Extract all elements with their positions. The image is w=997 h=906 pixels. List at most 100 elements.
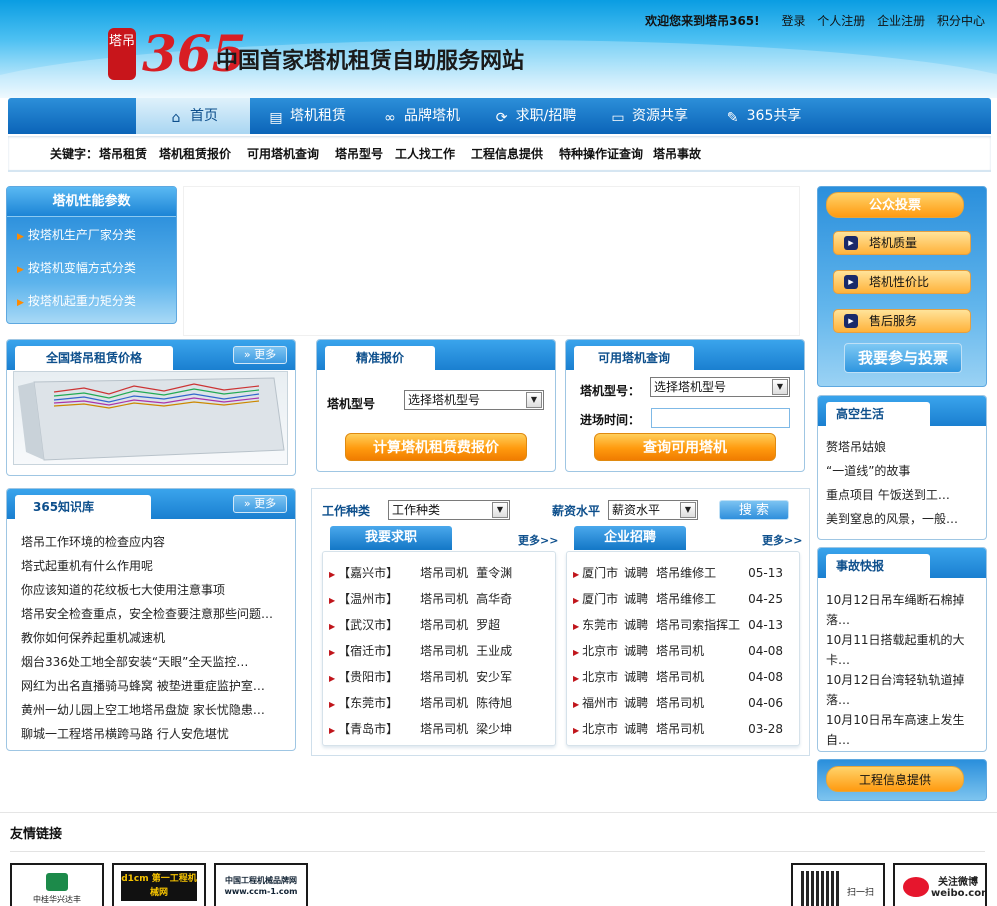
table-row[interactable]: ▶ 【东莞市】 塔吊司机 陈待旭 bbox=[329, 694, 512, 711]
jobs-panel: 工作种类 工作种类 ▼ 薪资水平 薪资水平 ▼ 搜 索 我要求职 更多>> 企业招聘… bbox=[311, 488, 810, 756]
list-item[interactable]: 你应该知道的花纹板七大使用注意事项 bbox=[21, 581, 225, 598]
nav-jobs[interactable]: ⟳ 求职/招聘 bbox=[478, 98, 592, 134]
nav-resource-share[interactable]: ▭ 资源共享 bbox=[592, 98, 706, 134]
query-available-button[interactable]: 查询可用塔机 bbox=[594, 433, 776, 461]
nav-home[interactable]: ⌂ 首页 bbox=[136, 98, 250, 134]
hire-more-link[interactable]: 更多>> bbox=[762, 532, 802, 548]
row-city: 北京市 bbox=[582, 644, 619, 658]
qr-code-icon[interactable]: 扫一扫 bbox=[791, 863, 885, 906]
table-row[interactable]: ▶ 【贵阳市】 塔吊司机 安少军 bbox=[329, 668, 512, 685]
table-row[interactable]: ▶ 【武汉市】 塔吊司机 罗超 bbox=[329, 616, 500, 633]
personal-register-link[interactable]: 个人注册 bbox=[817, 14, 865, 28]
keyword-link[interactable]: 塔机租赁报价 bbox=[159, 136, 231, 172]
d1cm-logo[interactable]: d1cm 第一工程机械网 bbox=[112, 863, 206, 906]
list-item[interactable]: 10月11日搭载起重机的大 卡… bbox=[826, 630, 965, 670]
perf-item[interactable]: ▶ 按塔机生产厂家分类 bbox=[17, 226, 136, 243]
table-row[interactable]: ▶ 【嘉兴市】 塔吊司机 董令渊 bbox=[329, 564, 512, 581]
calc-quote-button[interactable]: 计算塔机租赁费报价 bbox=[345, 433, 527, 461]
hire-tab[interactable]: 企业招聘 bbox=[574, 526, 686, 550]
nav-tower-rental[interactable]: ▤ 塔机租赁 bbox=[250, 98, 364, 134]
list-item[interactable]: 美到窒息的风景，一般… bbox=[826, 510, 958, 527]
weibo-icon[interactable]: 关注微博 weibo.com bbox=[893, 863, 987, 906]
keyword-link[interactable]: 塔吊型号 bbox=[335, 136, 383, 172]
price-chart-image[interactable] bbox=[13, 371, 288, 465]
list-item[interactable]: 10月12日吊车绳断石棉掉 落… bbox=[826, 590, 965, 630]
keyword-link[interactable]: 可用塔机查询 bbox=[247, 136, 319, 172]
list-item[interactable]: 塔式起重机有什么作用呢 bbox=[21, 557, 153, 574]
row-name: 陈待旭 bbox=[476, 696, 513, 710]
perf-item[interactable]: ▶ 按塔机起重力矩分类 bbox=[17, 292, 136, 309]
row-city: 【东莞市】 bbox=[338, 696, 399, 710]
entry-time-input[interactable] bbox=[651, 408, 790, 428]
nav-365-share[interactable]: ✎ 365共享 bbox=[706, 98, 820, 134]
table-row[interactable]: ▶ 【宿迁市】 塔吊司机 王业成 bbox=[329, 642, 512, 659]
logo-seal[interactable]: 塔吊 bbox=[108, 28, 136, 80]
more-button[interactable]: » 更多 bbox=[233, 346, 287, 364]
nav-brand-towers[interactable]: ∞ 品牌塔机 bbox=[364, 98, 478, 134]
table-row[interactable]: ▶ 北京市 诚聘 塔吊司机 03-28 bbox=[573, 720, 783, 737]
list-item[interactable]: 聊城一工程塔吊横跨马路 行人安危堪忧 bbox=[21, 725, 229, 742]
join-vote-button[interactable]: 我要参与投票 bbox=[844, 343, 962, 373]
nav-label: 塔机租赁 bbox=[290, 108, 346, 124]
table-row[interactable]: ▶ 北京市 诚聘 塔吊司机 04-08 bbox=[573, 642, 783, 659]
vote-option[interactable]: ▶ 塔机性价比 bbox=[833, 270, 971, 294]
ccm1-logo[interactable]: 中国工程机械品牌网 www.ccm-1.com bbox=[214, 863, 308, 906]
search-button[interactable]: 搜 索 bbox=[719, 500, 789, 520]
points-center-link[interactable]: 积分中心 bbox=[937, 14, 985, 28]
table-row[interactable]: ▶ 东莞市 诚聘 塔吊司索指挥工 04-13 bbox=[573, 616, 783, 633]
login-link[interactable]: 登录 bbox=[781, 14, 805, 28]
list-item[interactable]: “一道线”的故事 bbox=[826, 462, 910, 479]
banner-area bbox=[183, 186, 800, 336]
available-model-select[interactable]: 选择塔机型号 ▼ bbox=[650, 377, 790, 397]
list-item[interactable]: 10月10日吊车高速上发生 自… bbox=[826, 710, 965, 750]
list-item[interactable]: 赘塔吊姑娘 bbox=[826, 438, 886, 455]
seek-more-link[interactable]: 更多>> bbox=[518, 532, 558, 548]
salary-select[interactable]: 薪资水平 ▼ bbox=[608, 500, 698, 520]
keyword-link[interactable]: 塔吊事故 bbox=[653, 136, 701, 172]
keyword-link[interactable]: 工程信息提供 bbox=[471, 136, 543, 172]
list-item[interactable]: 10月12日台湾轻轨轨道掉 落… bbox=[826, 670, 965, 710]
list-item[interactable]: 塔吊工作环境的检查应内容 bbox=[21, 533, 165, 550]
tat-hong-logo[interactable]: 中桂华兴达丰 bbox=[10, 863, 104, 906]
arrow-icon: ▶ bbox=[573, 570, 580, 579]
seek-job-tab[interactable]: 我要求职 bbox=[330, 526, 452, 550]
list-item[interactable]: 黄州一幼儿园上空工地塔吊盘旋 家长忧隐患… bbox=[21, 701, 265, 718]
table-row[interactable]: ▶ 厦门市 诚聘 塔吊维修工 04-25 bbox=[573, 590, 783, 607]
item-line: 落… bbox=[826, 693, 851, 707]
list-item[interactable]: 烟台336处工地全部安装“天眼”全天监控… bbox=[21, 653, 248, 670]
project-info-button[interactable]: 工程信息提供 bbox=[826, 766, 964, 792]
list-item[interactable]: 网红为出名直播骑马蜂窝 被垫进重症监护室… bbox=[21, 677, 265, 694]
table-row[interactable]: ▶ 【青岛市】 塔吊司机 梁少坤 bbox=[329, 720, 512, 737]
row-city: 福州市 bbox=[582, 696, 619, 710]
company-register-link[interactable]: 企业注册 bbox=[877, 14, 925, 28]
table-row[interactable]: ▶ 北京市 诚聘 塔吊司机 04-08 bbox=[573, 668, 783, 685]
keyword-link[interactable]: 工人找工作 bbox=[395, 136, 455, 172]
list-item[interactable]: 教你如何保养起重机减速机 bbox=[21, 629, 165, 646]
row-job: 塔吊司机 bbox=[420, 644, 469, 658]
keyword-link[interactable]: 特种操作证查询 bbox=[559, 136, 643, 172]
divider bbox=[10, 851, 985, 852]
keyword-bar: 关键字： 塔吊租赁 塔机租赁报价 可用塔机查询 塔吊型号 工人找工作 工程信息提… bbox=[8, 136, 991, 172]
table-row[interactable]: ▶ 【温州市】 塔吊司机 高华奇 bbox=[329, 590, 512, 607]
more-button[interactable]: » 更多 bbox=[233, 495, 287, 513]
keyword-link[interactable]: 塔吊租赁 bbox=[99, 136, 147, 172]
row-city: 【温州市】 bbox=[338, 592, 399, 606]
perf-item[interactable]: ▶ 按塔机变幅方式分类 bbox=[17, 259, 136, 276]
row-job: 塔吊司机 bbox=[656, 696, 705, 710]
quote-model-select[interactable]: 选择塔机型号 ▼ bbox=[404, 390, 544, 410]
table-row[interactable]: ▶ 福州市 诚聘 塔吊司机 04-06 bbox=[573, 694, 783, 711]
available-model-label: 塔机型号： bbox=[580, 384, 641, 398]
row-job: 塔吊司机 bbox=[420, 618, 469, 632]
select-value: 工作种类 bbox=[392, 503, 441, 517]
list-item[interactable]: 重点项目 午饭送到工… bbox=[826, 486, 950, 503]
table-row[interactable]: ▶ 厦门市 诚聘 塔吊维修工 05-13 bbox=[573, 564, 783, 581]
row-date: 04-08 bbox=[748, 644, 784, 658]
vote-title: 公众投票 bbox=[826, 192, 964, 218]
list-item[interactable]: 塔吊安全检查重点，安全检查要注意那些问题… bbox=[21, 605, 273, 622]
perf-item-label: 按塔机生产厂家分类 bbox=[27, 228, 136, 242]
vote-option[interactable]: ▶ 售后服务 bbox=[833, 309, 971, 333]
arrow-icon: ▶ bbox=[573, 674, 580, 683]
job-type-select[interactable]: 工作种类 ▼ bbox=[388, 500, 510, 520]
vote-option[interactable]: ▶ 塔机质量 bbox=[833, 231, 971, 255]
row-date: 03-28 bbox=[748, 722, 784, 736]
